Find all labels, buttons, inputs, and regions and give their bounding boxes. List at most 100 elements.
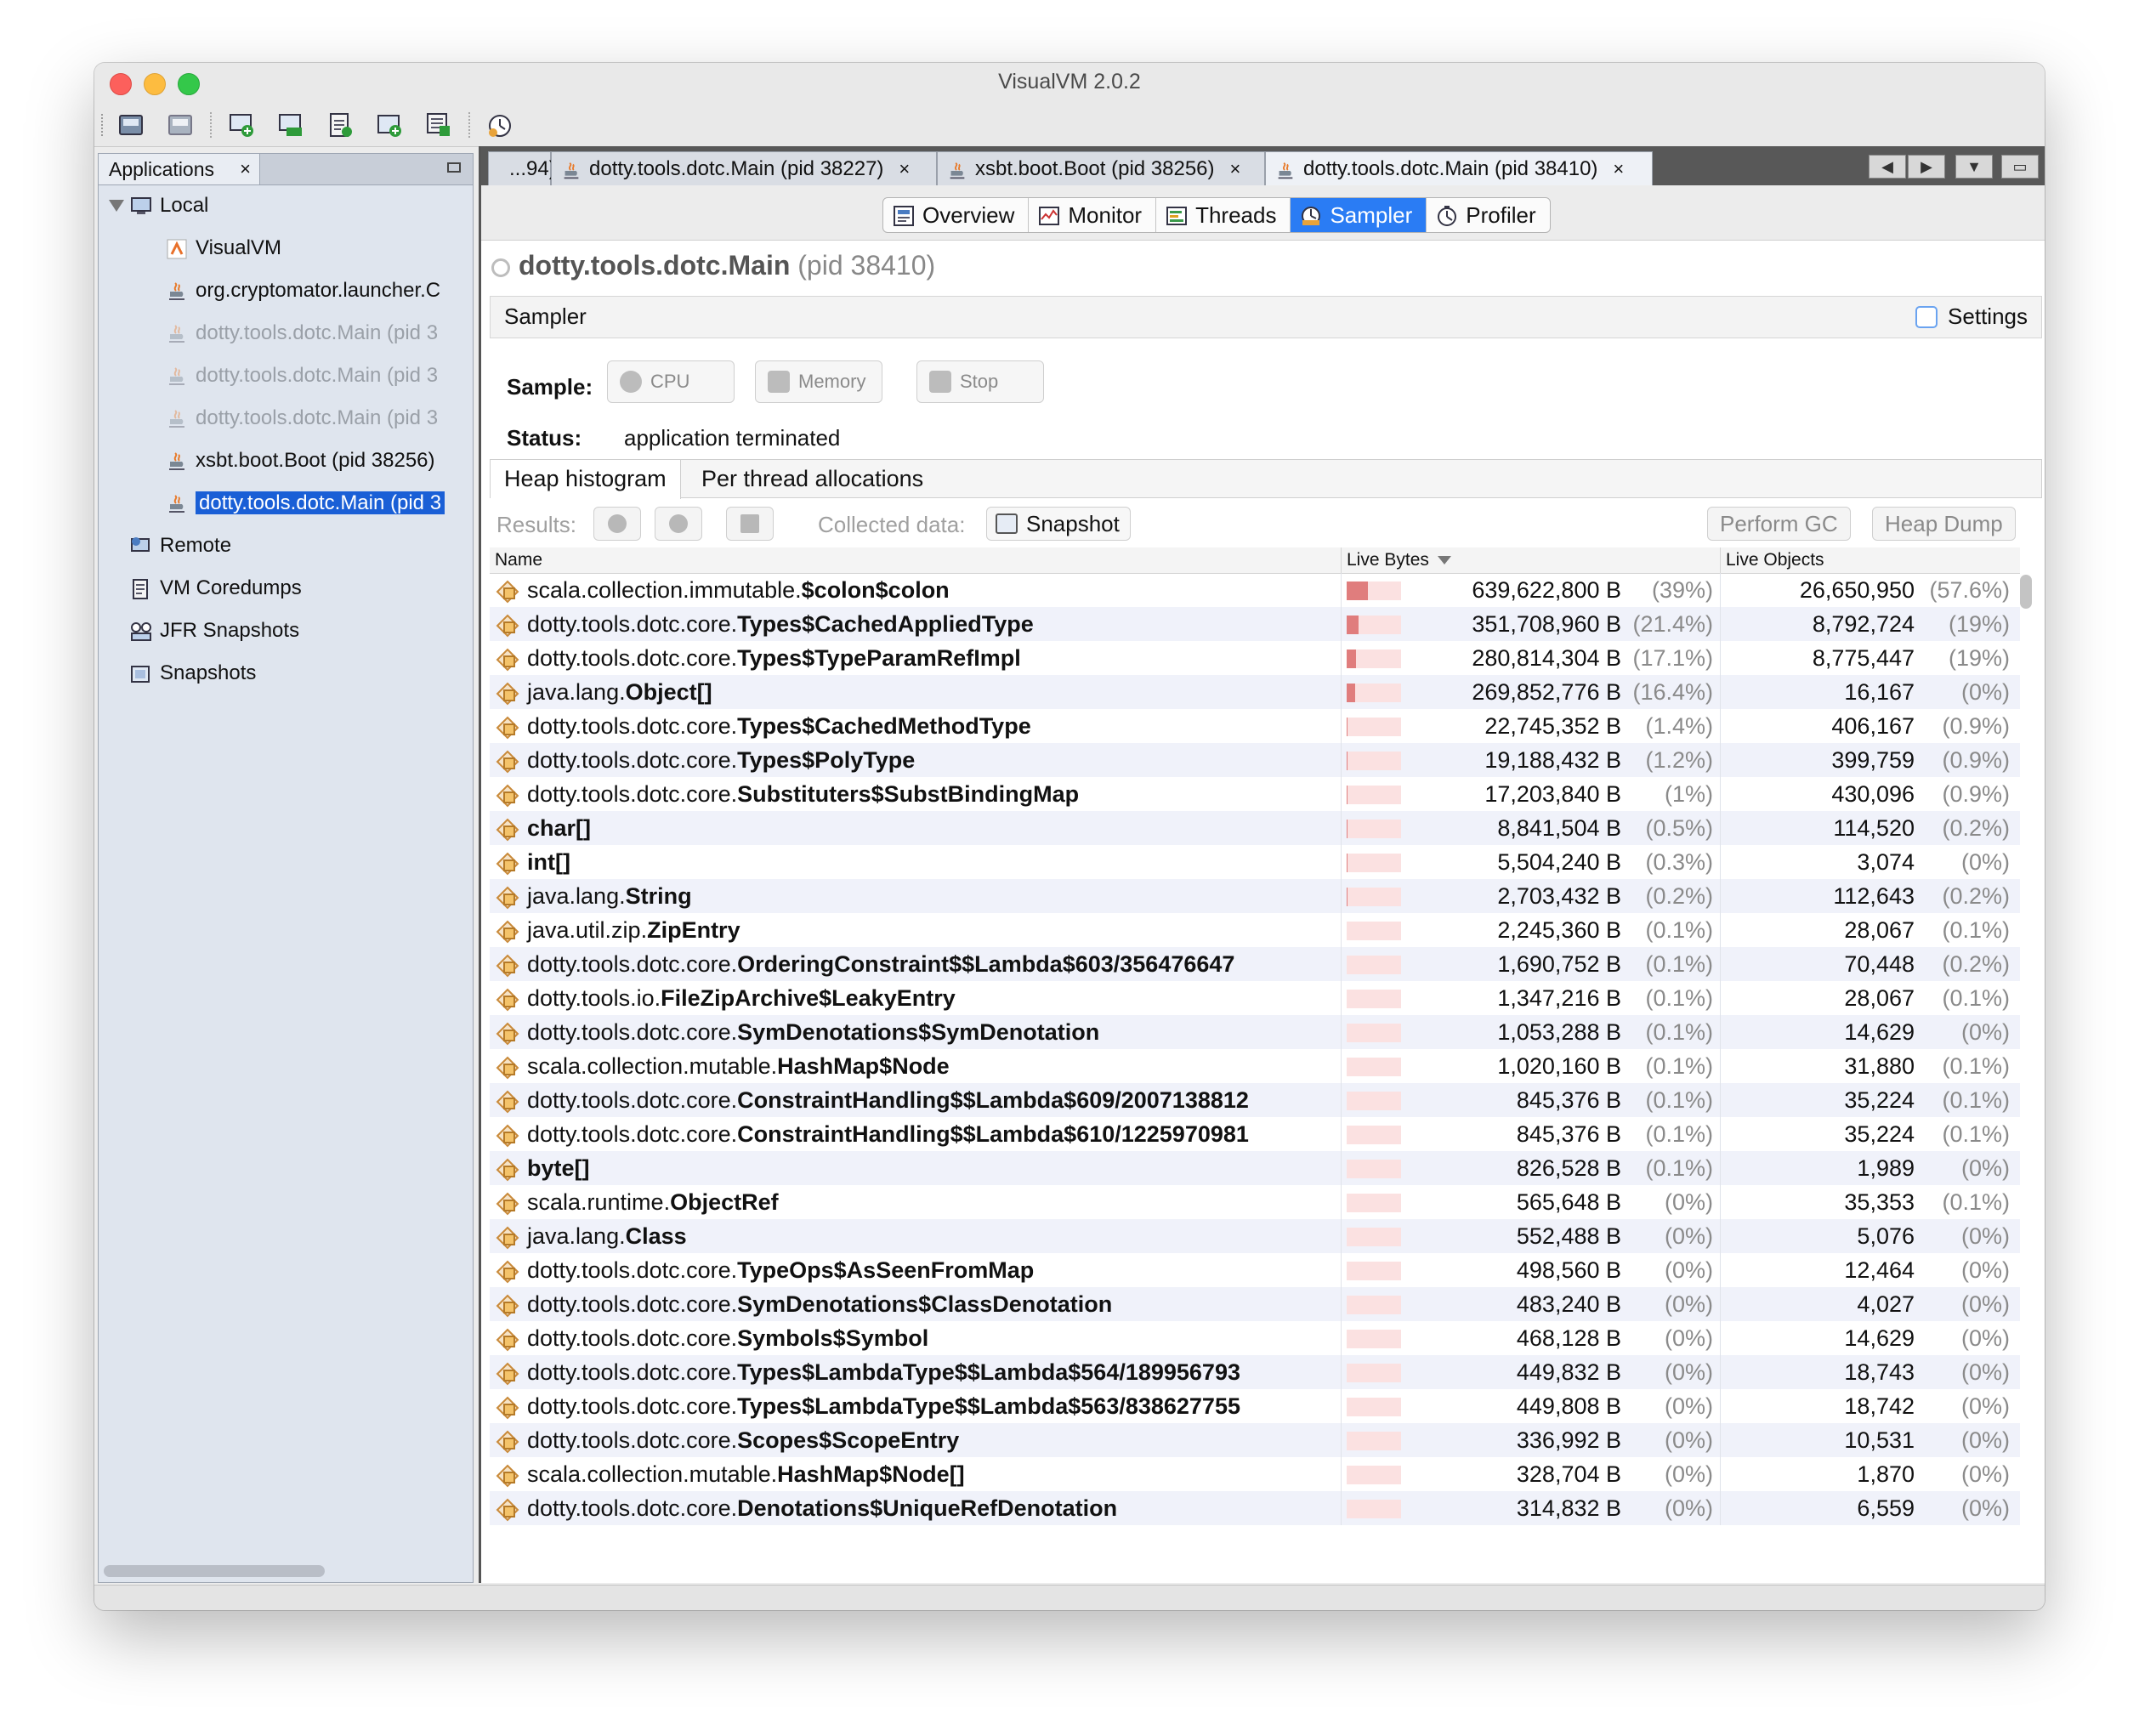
table-row[interactable]: scala.collection.mutable.HashMap$Node[] 3… xyxy=(490,1457,2020,1491)
table-row[interactable]: dotty.tools.dotc.core.OrderingConstraint… xyxy=(490,947,2020,981)
perform-gc-button[interactable]: Perform GC xyxy=(1707,507,1851,541)
tab-heap-histogram[interactable]: Heap histogram xyxy=(491,460,681,499)
column-header-live-bytes[interactable]: Live Bytes xyxy=(1342,547,1721,573)
coredump-icon[interactable] xyxy=(326,111,355,139)
heap-dump-button[interactable]: Heap Dump xyxy=(1872,507,2016,541)
add-jmx-icon[interactable] xyxy=(227,111,256,139)
tree-item-label: Remote xyxy=(160,534,232,557)
table-row[interactable]: dotty.tools.io.FileZipArchive$LeakyEntry… xyxy=(490,981,2020,1015)
expand-triangle-icon[interactable] xyxy=(109,200,124,212)
table-row[interactable]: dotty.tools.dotc.core.Types$CachedApplie… xyxy=(490,607,2020,641)
tab-overview[interactable]: Overview xyxy=(883,198,1030,232)
live-objects-cell: 16,167 (0%) xyxy=(1721,675,2020,709)
table-row[interactable]: java.lang.Object[] 269,852,776 B (16.4%) 16… xyxy=(490,675,2020,709)
close-icon[interactable]: × xyxy=(1230,158,1241,179)
tab-sampler[interactable]: Sampler xyxy=(1291,198,1427,232)
table-row[interactable]: dotty.tools.dotc.core.Types$TypeParamRef… xyxy=(490,641,2020,675)
tree-item[interactable]: VM Coredumps xyxy=(129,572,469,604)
table-row[interactable]: dotty.tools.dotc.core.ConstraintHandling… xyxy=(490,1117,2020,1151)
table-row[interactable]: scala.collection.immutable.$colon$colon 6… xyxy=(490,573,2020,607)
table-row[interactable]: dotty.tools.dotc.core.SymDenotations$Cla… xyxy=(490,1287,2020,1321)
vertical-scrollbar[interactable] xyxy=(2020,575,2032,609)
tab-monitor[interactable]: Monitor xyxy=(1029,198,1157,232)
cpu-button[interactable]: CPU xyxy=(607,360,735,403)
live-objects-cell: 35,224 (0.1%) xyxy=(1721,1083,2020,1117)
live-objects-percent: (0%) xyxy=(1960,1461,2010,1487)
table-row[interactable]: java.lang.String 2,703,432 B (0.2%) 112,643… xyxy=(490,879,2020,913)
table-row[interactable]: dotty.tools.dotc.core.Scopes$ScopeEntry 3… xyxy=(490,1423,2020,1457)
live-bytes-cell: 328,704 B (0%) xyxy=(1342,1457,1721,1491)
document-tab[interactable]: ...94) xyxy=(488,151,556,185)
document-tab[interactable]: dotty.tools.dotc.Main (pid 38227) × xyxy=(551,151,937,185)
live-objects-value: 430,096 xyxy=(1831,781,1915,807)
tree-item[interactable]: org.cryptomator.launcher.C xyxy=(165,275,469,307)
tree-item[interactable]: Remote xyxy=(129,530,469,562)
table-row[interactable]: java.util.zip.ZipEntry 2,245,360 B (0.1%) 2… xyxy=(490,913,2020,947)
refresh-button[interactable] xyxy=(655,507,702,541)
jmx-icon[interactable] xyxy=(276,111,305,139)
tree-item[interactable]: Snapshots xyxy=(129,657,469,689)
table-row[interactable]: dotty.tools.dotc.core.Denotations$Unique… xyxy=(490,1491,2020,1525)
memory-button[interactable]: Memory xyxy=(755,360,882,403)
tree-item[interactable]: JFR Snapshots xyxy=(129,615,469,647)
live-objects-value: 16,167 xyxy=(1844,679,1915,705)
package-name: dotty.tools.dotc.core. xyxy=(527,1393,738,1419)
close-icon[interactable]: × xyxy=(1613,158,1624,179)
tab-per-thread-allocations[interactable]: Per thread allocations xyxy=(688,460,937,499)
table-row[interactable]: byte[] 826,528 B (0.1%) 1,989 (0%) xyxy=(490,1151,2020,1185)
table-row[interactable]: char[] 8,841,504 B (0.5%) 114,520 (0.2%) xyxy=(490,811,2020,845)
column-header-name[interactable]: Name xyxy=(490,547,1342,573)
scroll-tabs-right-button[interactable]: ▶ xyxy=(1908,155,1945,179)
column-header-live-objects[interactable]: Live Objects xyxy=(1721,547,2020,573)
minimize-panel-icon[interactable] xyxy=(447,162,461,173)
live-objects-cell: 8,792,724 (19%) xyxy=(1721,607,2020,641)
load-icon[interactable] xyxy=(116,111,145,139)
close-icon[interactable]: × xyxy=(240,154,251,184)
table-row[interactable]: dotty.tools.dotc.core.Types$LambdaType$$… xyxy=(490,1355,2020,1389)
snapshot-button[interactable]: Snapshot xyxy=(986,507,1131,541)
tab-applications[interactable]: Applications × xyxy=(99,154,260,184)
table-row[interactable]: dotty.tools.dotc.core.Substituters$Subst… xyxy=(490,777,2020,811)
table-row[interactable]: java.lang.Class 552,488 B (0%) 5,076 (0%) xyxy=(490,1219,2020,1253)
profile-clock-icon[interactable] xyxy=(485,111,514,139)
tree-item[interactable]: xsbt.boot.Boot (pid 38256) xyxy=(165,445,469,477)
scroll-tabs-left-button[interactable]: ◀ xyxy=(1869,155,1906,179)
table-row[interactable]: dotty.tools.dotc.core.Types$PolyType 19,1… xyxy=(490,743,2020,777)
class-icon xyxy=(495,851,520,877)
tree-item[interactable]: dotty.tools.dotc.Main (pid 3 xyxy=(165,402,469,434)
settings-toggle[interactable]: Settings xyxy=(1915,304,2028,330)
table-row[interactable]: dotty.tools.dotc.core.Types$LambdaType$$… xyxy=(490,1389,2020,1423)
tree-item[interactable]: dotty.tools.dotc.Main (pid 3 xyxy=(165,487,469,519)
live-objects-percent: (0%) xyxy=(1960,1427,2010,1453)
delta-button[interactable] xyxy=(726,507,774,541)
live-bytes-value: 845,376 B xyxy=(1516,1121,1621,1147)
horizontal-scrollbar[interactable] xyxy=(104,1565,325,1577)
compare-icon[interactable] xyxy=(424,111,453,139)
tree-item[interactable]: VisualVM xyxy=(165,232,469,264)
table-row[interactable]: scala.runtime.ObjectRef 565,648 B (0%) 35,3… xyxy=(490,1185,2020,1219)
document-tab[interactable]: xsbt.boot.Boot (pid 38256) × xyxy=(937,151,1265,185)
table-row[interactable]: dotty.tools.dotc.core.TypeOps$AsSeenFrom… xyxy=(490,1253,2020,1287)
table-row[interactable]: scala.collection.mutable.HashMap$Node 1,0… xyxy=(490,1049,2020,1083)
tab-threads[interactable]: Threads xyxy=(1156,198,1291,232)
tree-item[interactable]: Local xyxy=(129,190,469,222)
tree-item[interactable]: dotty.tools.dotc.Main (pid 3 xyxy=(165,317,469,349)
tab-list-dropdown-button[interactable]: ▼ xyxy=(1955,155,1993,179)
package-name: java.util.zip. xyxy=(527,917,648,943)
table-row[interactable]: dotty.tools.dotc.core.SymDenotations$Sym… xyxy=(490,1015,2020,1049)
maximize-icon[interactable]: ▭ xyxy=(2001,155,2039,179)
table-row[interactable]: int[] 5,504,240 B (0.3%) 3,074 (0%) xyxy=(490,845,2020,879)
close-icon[interactable]: × xyxy=(899,158,910,179)
table-row[interactable]: dotty.tools.dotc.core.Types$CachedMethod… xyxy=(490,709,2020,743)
tab-profiler[interactable]: Profiler xyxy=(1427,198,1549,232)
add-snapshot-icon[interactable] xyxy=(375,111,404,139)
table-row[interactable]: dotty.tools.dotc.core.Symbols$Symbol 468,… xyxy=(490,1321,2020,1355)
save-icon[interactable] xyxy=(166,111,195,139)
pause-button[interactable] xyxy=(593,507,641,541)
table-row[interactable]: dotty.tools.dotc.core.ConstraintHandling… xyxy=(490,1083,2020,1117)
settings-checkbox[interactable] xyxy=(1915,305,1938,328)
document-tab[interactable]: dotty.tools.dotc.Main (pid 38410) × xyxy=(1265,151,1653,185)
tree-item[interactable]: dotty.tools.dotc.Main (pid 3 xyxy=(165,360,469,392)
live-bytes-value: 328,704 B xyxy=(1516,1461,1621,1487)
stop-button[interactable]: Stop xyxy=(916,360,1044,403)
